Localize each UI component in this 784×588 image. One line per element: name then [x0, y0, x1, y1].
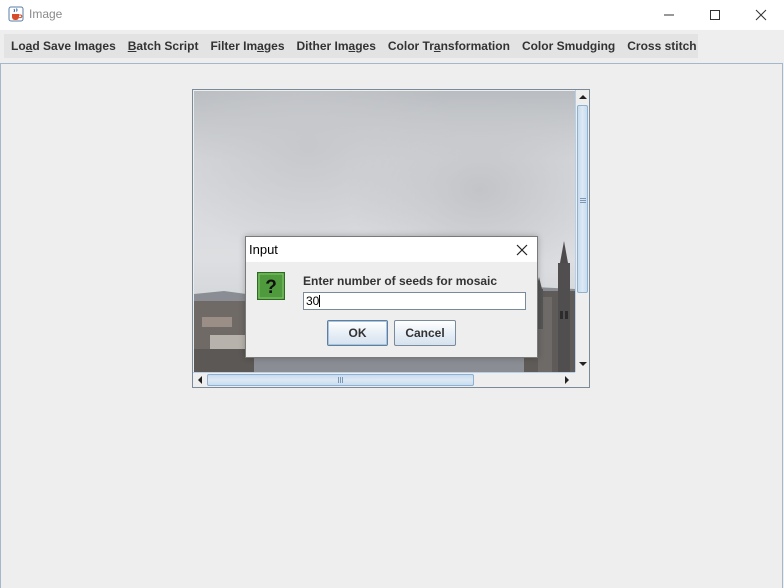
menubar: Load Save Images Batch Script Filter Ima…	[4, 34, 698, 58]
minimize-icon	[664, 14, 674, 16]
menu-batch-script[interactable]: Batch Script	[122, 34, 205, 58]
close-window-button[interactable]	[738, 0, 784, 30]
scroll-right-button[interactable]	[560, 373, 574, 386]
dialog-close-button[interactable]	[507, 237, 537, 262]
seeds-input-value: 30	[306, 294, 320, 308]
vertical-scroll-thumb[interactable]	[577, 105, 588, 293]
java-cup-icon	[8, 6, 24, 22]
menu-color-smudging[interactable]: Color Smudging	[516, 34, 621, 58]
window-title: Image	[29, 7, 63, 21]
arrow-down-icon	[578, 362, 587, 366]
maximize-icon	[710, 10, 720, 20]
svg-text:?: ?	[265, 277, 277, 298]
horizontal-scrollbar[interactable]	[193, 372, 575, 387]
text-caret	[319, 295, 321, 307]
input-dialog: Input ? Enter number of seeds for mosaic…	[245, 236, 538, 358]
dialog-title-bar: Input	[246, 237, 537, 262]
menu-dither-images[interactable]: Dither Images	[291, 34, 382, 58]
dialog-title: Input	[249, 242, 278, 257]
menu-color-transformation[interactable]: Color Transformation	[382, 34, 516, 58]
maximize-button[interactable]	[692, 0, 738, 30]
seeds-input[interactable]: 30	[303, 292, 526, 310]
scroll-up-button[interactable]	[576, 90, 589, 104]
minimize-button[interactable]	[646, 0, 692, 30]
arrow-up-icon	[578, 95, 587, 99]
close-icon	[755, 9, 767, 21]
horizontal-scroll-thumb[interactable]	[207, 374, 474, 386]
ok-button[interactable]: OK	[327, 320, 388, 346]
close-icon	[516, 244, 528, 255]
scroll-left-button[interactable]	[193, 373, 207, 386]
scroll-down-button[interactable]	[576, 357, 589, 371]
question-icon: ?	[257, 272, 285, 300]
cancel-button[interactable]: Cancel	[394, 320, 456, 346]
menu-filter-images[interactable]: Filter Images	[204, 34, 290, 58]
menu-load-save-images[interactable]: Load Save Images	[4, 34, 122, 58]
arrow-left-icon	[198, 375, 202, 384]
window-title-bar: Image	[0, 0, 784, 30]
dialog-prompt: Enter number of seeds for mosaic	[303, 274, 498, 288]
arrow-right-icon	[565, 375, 569, 384]
vertical-scrollbar[interactable]	[575, 90, 589, 372]
menu-cross-stitch[interactable]: Cross stitch	[621, 34, 702, 58]
